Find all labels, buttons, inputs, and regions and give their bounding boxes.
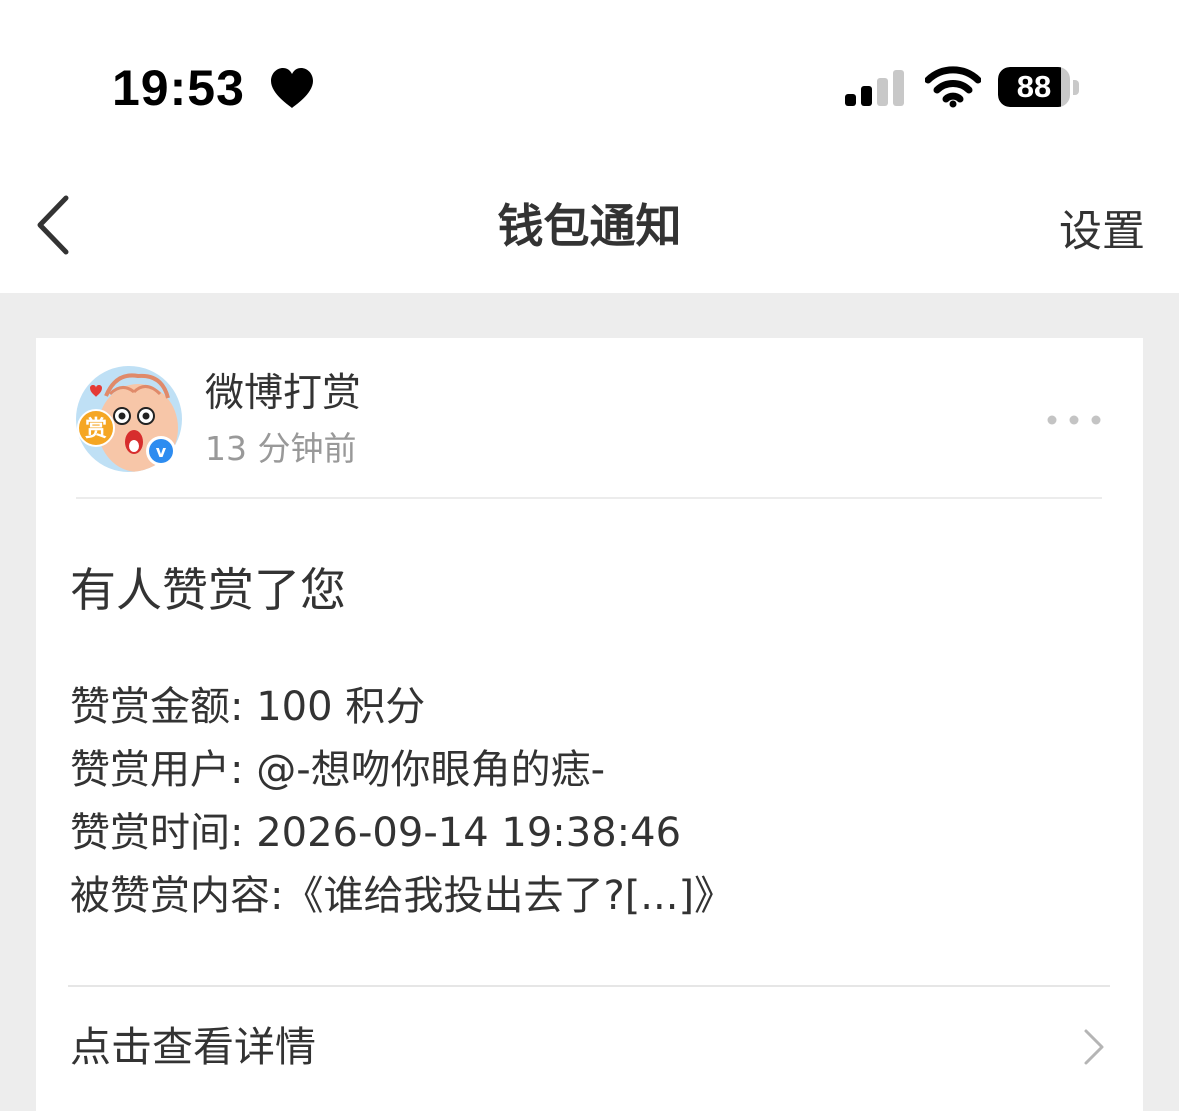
avatar[interactable]: 赏 v [76, 366, 182, 472]
detail-amount: 赞赏金额: 100 积分 [70, 684, 426, 730]
divider [76, 497, 1102, 499]
signal-icon [845, 70, 904, 106]
nav-bar: 钱包通知 设置 [0, 150, 1179, 293]
heart-icon [271, 68, 313, 108]
battery-level: 88 [1016, 69, 1052, 104]
detail-time: 赞赏时间: 2026-09-14 19:38:46 [70, 810, 682, 856]
notification-card: 赏 v 微博打赏 13 分钟前 有人赞赏了您 赞赏金额: 100 积分 赞赏用户… [36, 338, 1143, 1111]
page-title: 钱包通知 [497, 199, 682, 253]
more-dots-icon[interactable] [1044, 406, 1104, 434]
sent-time: 13 分钟前 [205, 429, 357, 468]
view-details-button[interactable]: 点击查看详情 [68, 987, 1110, 1107]
battery-indicator: 88 [998, 67, 1082, 109]
verified-badge: v [156, 442, 167, 461]
detail-content: 被赞赏内容:《谁给我投出去了?[...]》 [70, 873, 735, 919]
avatar-badge: 赏 [85, 417, 107, 442]
sender-name[interactable]: 微博打赏 [205, 370, 361, 418]
wifi-icon [925, 66, 981, 108]
chevron-right-icon [1084, 1029, 1104, 1065]
view-details-label: 点击查看详情 [70, 1023, 316, 1071]
message-title: 有人赞赏了您 [70, 563, 346, 617]
detail-list: 赞赏金额: 100 积分 赞赏用户: @-想吻你眼角的痣- 赞赏时间: 2026… [70, 676, 1110, 928]
settings-button[interactable]: 设置 [1059, 206, 1145, 258]
status-bar: 19:53 88 [0, 0, 1179, 150]
detail-user: 赞赏用户: @-想吻你眼角的痣- [70, 747, 606, 793]
status-time: 19:53 [112, 60, 245, 116]
